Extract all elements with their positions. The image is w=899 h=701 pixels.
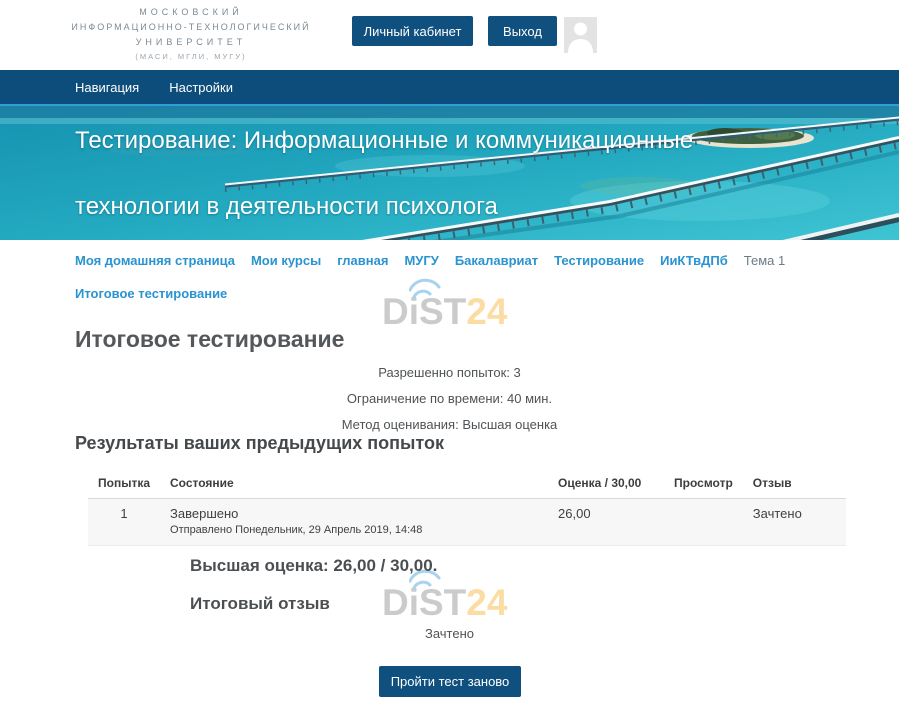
breadcrumb-link-testing[interactable]: Тестирование [554,253,644,268]
user-avatar[interactable] [564,17,597,53]
breadcrumb-current-topic: Тема 1 [744,253,785,268]
grade-cell: 26,00 [548,499,664,546]
nav-item-navigation[interactable]: Навигация [75,80,139,95]
dist24-watermark: DiST24 [382,290,532,334]
breadcrumb: Моя домашняя страница Мои курсы главная … [75,253,785,268]
feedback-cell: Зачтено [743,499,846,546]
course-banner: Тестирование: Информационные и коммуника… [0,106,899,240]
breadcrumb-link-final-test[interactable]: Итоговое тестирование [75,286,227,301]
time-limit-text: Ограничение по времени: 40 мин. [0,386,899,412]
logout-button[interactable]: Выход [488,16,557,46]
wifi-arcs-icon [409,277,445,299]
quiz-info: Разрешенно попыток: 3 Ограничение по вре… [0,360,899,438]
review-cell [664,499,743,546]
main-content: Моя домашняя страница Мои курсы главная … [0,240,899,701]
breadcrumb-link-home[interactable]: Моя домашняя страница [75,253,235,268]
logo-line: ИНФОРМАЦИОННО-ТЕХНОЛОГИЧЕСКИЙ [68,22,314,32]
top-header: МОСКОВСКИЙ ИНФОРМАЦИОННО-ТЕХНОЛОГИЧЕСКИЙ… [0,0,899,70]
state-text: Завершено [170,506,538,521]
retake-test-button[interactable]: Пройти тест заново [379,666,521,697]
breadcrumb-link-main[interactable]: главная [337,253,388,268]
logo-line: (МАСИ, МГЛИ, МУГУ) [68,52,314,61]
final-feedback-value: Зачтено [0,626,899,641]
col-header-review: Просмотр [664,470,743,499]
grading-method-text: Метод оценивания: Высшая оценка [0,412,899,438]
col-header-attempt: Попытка [88,470,160,499]
breadcrumb-link-mugu[interactable]: МУГУ [404,253,438,268]
page-title: Итоговое тестирование [75,326,344,353]
col-header-feedback: Отзыв [743,470,846,499]
attempts-table: Попытка Состояние Оценка / 30,00 Просмот… [88,470,846,546]
col-header-grade: Оценка / 30,00 [548,470,664,499]
logo-line: УНИВЕРСИТЕТ [68,37,314,47]
person-icon [564,17,597,53]
state-cell: Завершено Отправлено Понедельник, 29 Апр… [160,499,548,546]
logo-line: МОСКОВСКИЙ [68,7,314,17]
state-detail-text: Отправлено Понедельник, 29 Апрель 2019, … [170,524,538,536]
breadcrumb-link-bachelor[interactable]: Бакалавриат [455,253,538,268]
course-title: Тестирование: Информационные и коммуника… [75,108,775,240]
personal-cabinet-button[interactable]: Личный кабинет [352,16,473,46]
dist24-watermark: DiST24 [382,581,532,625]
best-grade-text: Высшая оценка: 26,00 / 30,00. [190,556,437,576]
university-logo: МОСКОВСКИЙ ИНФОРМАЦИОННО-ТЕХНОЛОГИЧЕСКИЙ… [68,7,314,61]
breadcrumb-link-course[interactable]: ИиКТвДПб [660,253,728,268]
col-header-state: Состояние [160,470,548,499]
attempts-allowed-text: Разрешенно попыток: 3 [0,360,899,386]
watermark-number: 24 [466,582,507,623]
breadcrumb-link-courses[interactable]: Мои курсы [251,253,321,268]
breadcrumb-row2: Итоговое тестирование [75,286,227,301]
table-header-row: Попытка Состояние Оценка / 30,00 Просмот… [88,470,846,499]
main-navbar: Навигация Настройки [0,70,899,106]
nav-item-settings[interactable]: Настройки [169,80,233,95]
watermark-number: 24 [466,291,507,332]
final-feedback-heading: Итоговый отзыв [190,594,330,614]
table-row: 1 Завершено Отправлено Понедельник, 29 А… [88,499,846,546]
attempt-number-cell: 1 [88,499,160,546]
